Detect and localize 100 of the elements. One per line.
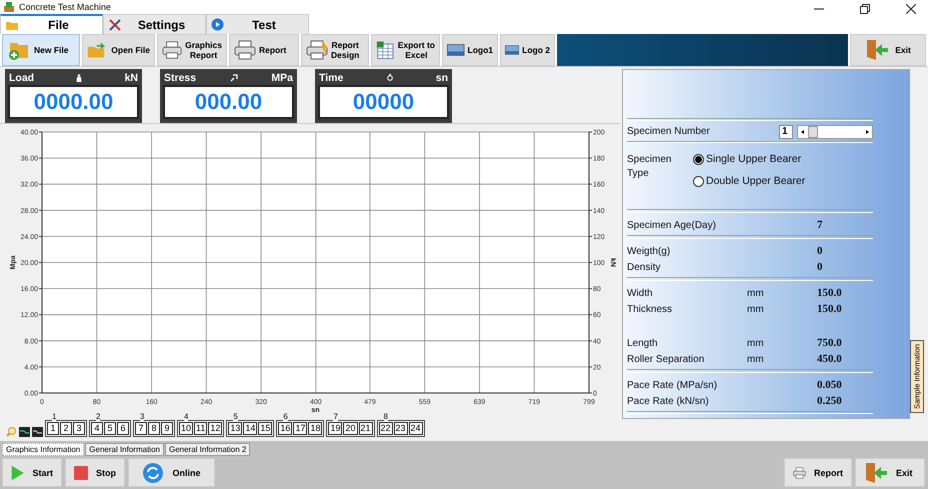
specimen-button[interactable]: 1: [47, 422, 59, 435]
group-number: 8: [384, 413, 388, 421]
specimen-button[interactable]: 9: [161, 422, 173, 435]
specimen-button[interactable]: 19: [328, 422, 342, 435]
radio-label[interactable]: Double Upper Bearer: [706, 175, 806, 188]
specimen-button[interactable]: 14: [243, 422, 258, 435]
toolbar-button[interactable]: Logo1: [442, 34, 498, 66]
group-number: 7: [333, 413, 338, 421]
action-button[interactable]: Report: [784, 458, 852, 487]
gauge-unit: MPa: [271, 72, 293, 84]
field-value: 7: [817, 219, 822, 232]
toolbar-button[interactable]: Export to Excel: [371, 34, 440, 66]
toolbar-button[interactable]: Graphics Report: [157, 34, 227, 66]
radio-button[interactable]: [693, 176, 704, 187]
field-label: Weigth(g): [627, 246, 672, 257]
specimen-button[interactable]: 23: [394, 422, 408, 435]
chart-icon[interactable]: [32, 427, 43, 437]
group-number: 4: [184, 413, 188, 421]
toolbar-button[interactable]: Open File: [82, 34, 155, 66]
group-number: 2: [96, 413, 100, 421]
specimen-button[interactable]: 6: [117, 422, 129, 435]
restore-icon[interactable]: [860, 4, 870, 14]
specimen-number-field[interactable]: 1: [779, 124, 793, 139]
field-label: Specimen Number: [627, 126, 710, 138]
gauge-unit: kN: [124, 72, 138, 84]
chart-icon[interactable]: [19, 427, 30, 437]
field-label: Pace Rate (MPa/sn): [627, 380, 718, 391]
specimen-button[interactable]: 8: [148, 422, 160, 435]
group-number: 3: [140, 413, 144, 421]
specimen-button[interactable]: 3: [73, 422, 85, 435]
ribbon-tab[interactable]: Settings: [103, 14, 206, 34]
action-button[interactable]: Start: [2, 458, 62, 487]
specimen-button[interactable]: 24: [408, 422, 423, 435]
field-value: 450.0: [817, 353, 842, 366]
gauge-label: Load: [9, 72, 34, 84]
unit-label: mm: [747, 354, 765, 365]
specimen-button[interactable]: 5: [104, 422, 116, 435]
specimen-button[interactable]: 2: [60, 422, 72, 435]
specimen-button[interactable]: 10: [179, 422, 194, 435]
action-button[interactable]: Stop: [65, 458, 125, 487]
gauge-reading: 000.00: [163, 85, 294, 119]
ribbon-tab[interactable]: File: [0, 14, 103, 34]
gauge-reading: 0000.00: [8, 85, 139, 119]
weight-icon: [76, 74, 82, 82]
radio-label[interactable]: Single Upper Bearer: [706, 153, 802, 166]
field-label: Specimen Age(Day): [627, 220, 717, 231]
view-tab[interactable]: General Information: [85, 443, 164, 456]
exit-button[interactable]: Exit: [850, 34, 926, 66]
printer-icon: [234, 40, 256, 60]
unit-label: mm: [747, 338, 765, 349]
link-icon: [230, 74, 238, 82]
app-icon: [3, 1, 15, 13]
field-label: Thickness: [627, 304, 674, 315]
watch-icon: [386, 74, 393, 82]
gauge-label: Time: [319, 72, 344, 84]
specimen-button[interactable]: 12: [208, 422, 222, 435]
specimen-button[interactable]: 17: [293, 422, 308, 435]
gauge-reading: 00000: [318, 85, 449, 119]
radio-button[interactable]: [693, 154, 704, 165]
field-value: 750.0: [817, 337, 842, 350]
specimen-button[interactable]: 15: [258, 422, 272, 435]
specimen-button[interactable]: 22: [378, 422, 393, 435]
field-label: Length: [627, 338, 659, 349]
unit-label: mm: [747, 288, 765, 299]
group-number: 5: [233, 413, 238, 421]
play-icon: [211, 18, 224, 31]
specimen-button[interactable]: 4: [91, 422, 103, 435]
specimen-button[interactable]: 16: [278, 422, 292, 435]
ribbon-tab[interactable]: Test: [206, 14, 309, 34]
field-label: Pace Rate (kN/sn): [627, 396, 710, 407]
image-icon: [447, 42, 464, 58]
field-value: 150.0: [817, 303, 842, 316]
field-value: 0.050: [817, 379, 842, 392]
door-exit-icon: [865, 39, 890, 61]
specimen-button[interactable]: 21: [358, 422, 373, 435]
toolbar-button[interactable]: Report: [229, 34, 299, 66]
field-label: Width: [627, 288, 654, 299]
scroll-bar[interactable]: [797, 124, 873, 139]
scroll-thumb[interactable]: [808, 126, 818, 138]
window-title: Concrete Test Machine: [19, 2, 111, 12]
close-icon[interactable]: [906, 4, 916, 14]
field-value: 0.250: [817, 395, 842, 408]
specimen-button[interactable]: 20: [343, 422, 358, 435]
specimen-button[interactable]: 13: [228, 422, 242, 435]
gauge-label: Stress: [164, 72, 196, 84]
view-tab[interactable]: Graphics Information: [2, 443, 84, 456]
field-value: 150.0: [817, 287, 842, 300]
specimen-button[interactable]: 7: [135, 422, 147, 435]
specimen-button[interactable]: 11: [194, 422, 208, 435]
view-tab[interactable]: General Information 2: [164, 443, 250, 456]
group-number: 6: [283, 413, 288, 421]
folder-icon: [5, 19, 19, 31]
toolbar-button[interactable]: Report Design: [301, 34, 369, 66]
unit-label: mm: [747, 304, 765, 315]
action-button[interactable]: Online: [128, 458, 215, 487]
toolbar-button[interactable]: New File: [2, 34, 80, 66]
door-exit-icon: [864, 462, 888, 484]
action-button[interactable]: Exit: [855, 458, 925, 487]
toolbar-button[interactable]: Logo 2: [500, 34, 555, 66]
specimen-button[interactable]: 18: [308, 422, 322, 435]
